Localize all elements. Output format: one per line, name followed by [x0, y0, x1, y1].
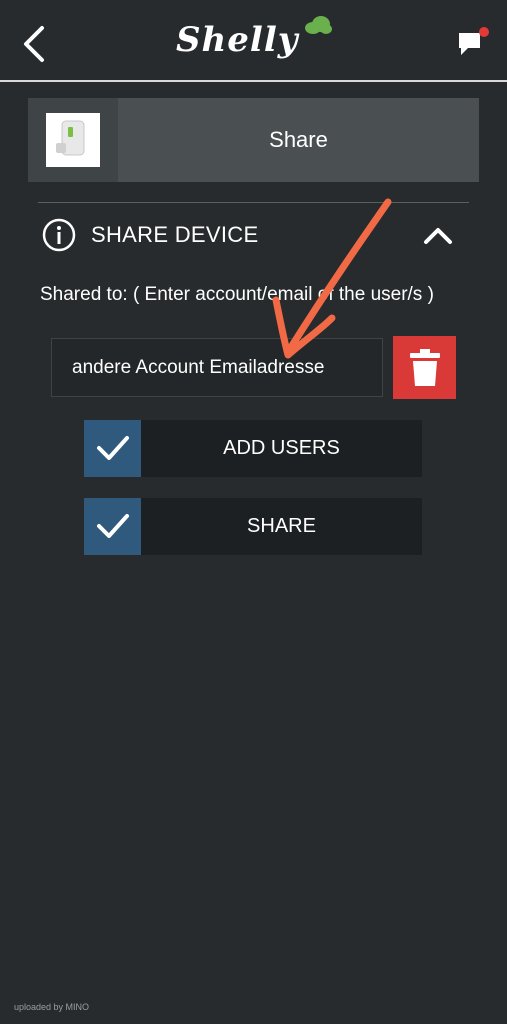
device-card: Share	[28, 98, 479, 182]
collapse-section-button[interactable]	[420, 220, 456, 250]
checkmark-icon	[97, 436, 129, 460]
cloud-icon	[305, 16, 332, 34]
email-field[interactable]	[51, 338, 383, 397]
notification-dot	[479, 27, 489, 37]
logo-text: Shelly	[176, 20, 299, 60]
chevron-up-icon	[424, 228, 452, 244]
shelly-logo: Shelly	[176, 14, 336, 70]
chevron-left-icon	[24, 26, 44, 62]
messages-button[interactable]	[456, 26, 492, 60]
device-title: Share	[269, 127, 328, 152]
share-label: SHARE	[247, 515, 316, 537]
share-button[interactable]: SHARE	[84, 498, 422, 555]
section-divider	[38, 202, 469, 203]
add-users-button[interactable]: ADD USERS	[84, 420, 422, 477]
chat-bubble-icon	[459, 27, 489, 55]
info-icon	[42, 218, 76, 252]
trash-icon	[410, 349, 440, 386]
back-button[interactable]	[18, 22, 52, 66]
delete-user-button[interactable]	[393, 336, 456, 399]
device-thumbnail	[28, 98, 118, 182]
top-app-bar: Shelly	[0, 0, 507, 82]
plug-device-icon	[56, 120, 85, 156]
add-users-label: ADD USERS	[223, 437, 340, 459]
shared-to-label: Shared to: ( Enter account/email of the …	[40, 284, 434, 305]
checkmark-icon	[97, 514, 129, 538]
watermark: uploaded by MINO	[14, 1002, 90, 1012]
section-title: SHARE DEVICE	[91, 222, 259, 247]
